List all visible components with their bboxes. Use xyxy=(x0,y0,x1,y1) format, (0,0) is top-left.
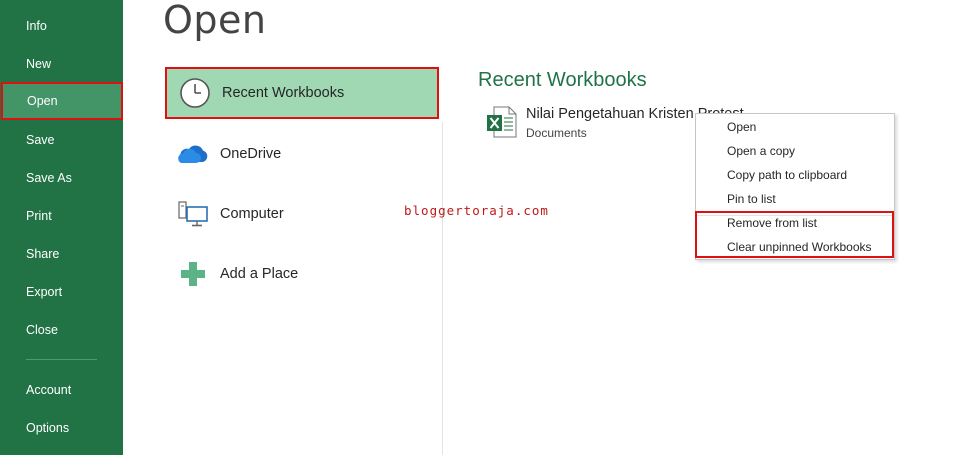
sidebar-item-close[interactable]: Close xyxy=(0,311,123,349)
location-label: OneDrive xyxy=(220,146,282,162)
location-label: Add a Place xyxy=(220,266,299,282)
computer-icon xyxy=(165,188,221,240)
menu-item-open[interactable]: Open xyxy=(727,120,756,134)
sidebar-item-label: Save As xyxy=(26,171,72,185)
pane-divider xyxy=(442,122,443,455)
location-label: Computer xyxy=(220,206,284,222)
sidebar-item-label: Account xyxy=(26,383,72,397)
sidebar-item-label: Print xyxy=(26,209,52,223)
sidebar-item-label: Export xyxy=(26,285,63,299)
recent-workbooks-heading: Recent Workbooks xyxy=(478,69,647,91)
sidebar-item-share[interactable]: Share xyxy=(0,235,123,273)
sidebar-item-new[interactable]: New xyxy=(0,45,123,83)
file-location: Documents xyxy=(526,126,587,140)
sidebar-item-open[interactable]: Open xyxy=(1,82,123,120)
sidebar-item-print[interactable]: Print xyxy=(0,197,123,235)
sidebar-item-account[interactable]: Account xyxy=(0,371,123,409)
sidebar-item-export[interactable]: Export xyxy=(0,273,123,311)
sidebar-item-label: Info xyxy=(26,19,47,33)
sidebar-item-label: Options xyxy=(26,421,70,435)
location-add-a-place[interactable]: Add a Place xyxy=(165,248,439,300)
watermark-text: bloggertoraja.com xyxy=(404,203,549,218)
sidebar-item-options[interactable]: Options xyxy=(0,409,123,447)
sidebar-item-info[interactable]: Info xyxy=(0,7,123,45)
location-onedrive[interactable]: OneDrive xyxy=(165,128,439,180)
sidebar-item-save-as[interactable]: Save As xyxy=(0,159,123,197)
excel-file-icon xyxy=(485,105,517,144)
clock-icon xyxy=(167,67,223,119)
sidebar-item-label: Save xyxy=(26,133,55,147)
sidebar-item-label: Close xyxy=(26,323,58,337)
cloud-icon xyxy=(165,128,221,180)
menu-item-open-a-copy[interactable]: Open a copy xyxy=(727,144,795,158)
location-computer[interactable]: Computer xyxy=(165,188,439,240)
sidebar-item-label: Open xyxy=(27,94,58,108)
page-title: Open xyxy=(163,0,267,42)
sidebar-item-label: New xyxy=(26,57,52,71)
context-menu: Open Open a copy Copy path to clipboard … xyxy=(695,113,895,260)
menu-item-remove-from-list[interactable]: Remove from list xyxy=(727,216,817,230)
menu-item-copy-path[interactable]: Copy path to clipboard xyxy=(727,168,847,182)
sidebar-item-save[interactable]: Save xyxy=(0,121,123,159)
menu-item-clear-unpinned[interactable]: Clear unpinned Workbooks xyxy=(727,240,872,254)
plus-icon xyxy=(165,248,221,300)
location-label: Recent Workbooks xyxy=(222,85,345,101)
sidebar-divider xyxy=(26,359,97,360)
backstage-sidebar: Info New Open Save Save As Print Share E… xyxy=(0,0,123,455)
menu-item-pin-to-list[interactable]: Pin to list xyxy=(727,192,776,206)
location-recent-workbooks[interactable]: Recent Workbooks xyxy=(165,67,439,119)
sidebar-item-label: Share xyxy=(26,247,60,261)
